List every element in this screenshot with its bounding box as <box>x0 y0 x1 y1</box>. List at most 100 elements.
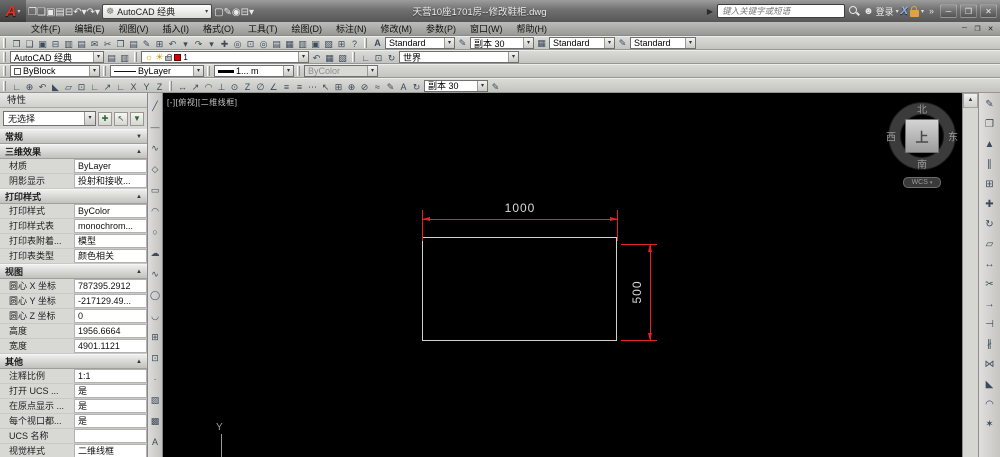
line-icon[interactable]: ╱ <box>149 96 162 117</box>
menu-item-9[interactable]: 参数(P) <box>419 22 463 36</box>
workspaces-dropdown[interactable]: AutoCAD 经典 ▾ <box>10 51 104 63</box>
palette-section-header[interactable]: 常规 ▼ <box>0 129 147 144</box>
dim-continue-icon[interactable]: ⋯ <box>306 81 319 94</box>
redo-icon[interactable]: ↷ <box>87 7 95 18</box>
extend-icon[interactable]: → <box>981 295 999 315</box>
mleader-style-icon[interactable]: ✎ <box>616 37 629 50</box>
chevron-down-icon[interactable]: ▾ <box>84 112 95 125</box>
property-value[interactable] <box>74 429 147 443</box>
chevron-down-icon[interactable]: ▾ <box>89 66 99 76</box>
table-style-icon[interactable]: ▦ <box>535 37 548 50</box>
threepoint-ucs-icon[interactable]: ∟ <box>114 81 127 94</box>
property-value[interactable]: 是 <box>74 399 147 413</box>
color-dropdown[interactable]: ByBlock ▾ <box>10 65 100 77</box>
toolbar-grip[interactable] <box>352 52 355 62</box>
dim-text-height[interactable]: 500 <box>630 272 644 312</box>
toolbar-grip[interactable] <box>103 66 106 76</box>
chevron-down-icon[interactable]: ▾ <box>604 38 614 48</box>
point-icon[interactable]: ∙ <box>149 369 162 390</box>
explode-icon[interactable]: ✶ <box>981 415 999 435</box>
qat-menu-caret-icon[interactable]: ▾ <box>249 7 254 18</box>
toolbar-grip[interactable] <box>297 66 300 76</box>
offset-icon[interactable]: ∥ <box>981 155 999 175</box>
chevron-down-icon[interactable]: ▾ <box>523 38 533 48</box>
dim-aligned-icon[interactable]: ↗ <box>189 81 202 94</box>
mirror-icon[interactable]: ▲ <box>981 135 999 155</box>
scale-icon[interactable]: ▱ <box>981 235 999 255</box>
viewcube-east-label[interactable]: 东 <box>948 129 958 144</box>
redo-caret-icon[interactable]: ▾ <box>95 7 100 18</box>
property-value[interactable]: monochrom... <box>74 219 147 233</box>
sketch-icon[interactable]: ✎ <box>224 7 232 18</box>
move-icon[interactable]: ✚ <box>981 195 999 215</box>
save-as-icon[interactable]: ▤ <box>55 7 64 18</box>
dim-textedit-icon[interactable]: A <box>397 81 410 94</box>
restore-button[interactable]: ❐ <box>960 4 977 18</box>
arc-icon[interactable]: ◠ <box>149 201 162 222</box>
dim-baseline-icon[interactable]: ≡ <box>293 81 306 94</box>
toolbar-grip[interactable] <box>3 66 6 76</box>
dim-edit-icon[interactable]: ✎ <box>384 81 397 94</box>
gradient-icon[interactable]: ▩ <box>149 411 162 432</box>
dim-radius-icon[interactable]: ⊙ <box>228 81 241 94</box>
property-value[interactable]: 0 <box>74 309 147 323</box>
section-toggle-icon[interactable]: ▲ <box>136 149 142 155</box>
sign-in-button[interactable]: 登录 <box>876 5 894 18</box>
exchange-apps-icon[interactable]: X <box>901 5 908 17</box>
select-objects-icon[interactable]: ↖ <box>114 111 128 126</box>
dim-jogline-icon[interactable]: ≈ <box>371 81 384 94</box>
dim-toolbar-style-dropdown[interactable]: 副本 30 ▾ <box>424 79 488 92</box>
circle-icon[interactable]: ○ <box>149 222 162 243</box>
dim-leader-icon[interactable]: ↖ <box>319 81 332 94</box>
undo-icon[interactable]: ↶ <box>73 7 81 18</box>
copy-icon[interactable]: ❐ <box>981 115 999 135</box>
zaxis-ucs-icon[interactable]: ↗ <box>101 81 114 94</box>
chevron-down-icon[interactable]: ▾ <box>298 52 308 62</box>
toggle-pickadd-icon[interactable]: ✚ <box>98 111 112 126</box>
property-value[interactable]: 颜色相关 <box>74 249 147 263</box>
property-value[interactable]: 787395.2912 <box>74 279 147 293</box>
quick-select-icon[interactable]: ▼ <box>130 111 144 126</box>
workspace-dropdown[interactable]: ☸ AutoCAD 经典 ▾ <box>102 3 213 19</box>
dim-jogged-icon[interactable]: Z <box>241 81 254 94</box>
origin-ucs-icon[interactable]: ∟ <box>88 81 101 94</box>
overflow-chevron-icon[interactable]: » <box>929 6 934 16</box>
y-rotate-icon[interactable]: Y <box>140 81 153 94</box>
selection-dropdown[interactable]: 无选择 ▾ <box>3 111 96 126</box>
ucs-icon[interactable]: ∟ <box>10 81 23 94</box>
lineweight-dropdown[interactable]: 1... m ▾ <box>214 65 294 77</box>
dim-style-dropdown[interactable]: 副本 30 ▾ <box>470 37 534 49</box>
viewcube-north-label[interactable]: 北 <box>917 101 927 116</box>
application-menu-button[interactable]: A ▾ <box>0 0 26 22</box>
stretch-icon[interactable]: ↔ <box>981 255 999 275</box>
search-input[interactable] <box>717 4 846 18</box>
dim-diameter-icon[interactable]: ∅ <box>254 81 267 94</box>
section-toggle-icon[interactable]: ▼ <box>136 134 142 140</box>
trim-icon[interactable]: ✂ <box>981 275 999 295</box>
section-toggle-icon[interactable]: ▲ <box>136 269 142 275</box>
dim-update-icon[interactable]: ↻ <box>410 81 423 94</box>
drawn-rectangle[interactable] <box>422 237 617 341</box>
hatch-icon[interactable]: ▨ <box>149 390 162 411</box>
viewcube-west-label[interactable]: 西 <box>886 129 896 144</box>
view-icon[interactable]: ◉ <box>232 7 241 18</box>
property-value[interactable]: 1956.6664 <box>74 324 147 338</box>
dim-style-icon[interactable]: ✎ <box>456 37 469 50</box>
doc-restore-button[interactable]: ❐ <box>971 25 984 33</box>
toolbar-grip[interactable] <box>3 52 6 62</box>
dim-centermark-icon[interactable]: ⊕ <box>345 81 358 94</box>
property-value[interactable]: 模型 <box>74 234 147 248</box>
section-toggle-icon[interactable]: ▲ <box>136 194 142 200</box>
linetype-dropdown[interactable]: ByLayer ▾ <box>110 65 204 77</box>
save-icon[interactable]: ▣ <box>46 7 55 18</box>
property-value[interactable]: 投射和接收... <box>74 174 147 188</box>
wcs-dropdown[interactable]: WCS ▾ <box>903 177 941 188</box>
open-file-icon[interactable]: ❑ <box>37 7 46 18</box>
ellipse-arc-icon[interactable]: ◡ <box>149 306 162 327</box>
x-rotate-icon[interactable]: X <box>127 81 140 94</box>
toolbar-grip[interactable] <box>3 80 6 91</box>
vertical-scrollbar[interactable]: ▲ <box>962 93 978 457</box>
scroll-up-button[interactable]: ▲ <box>963 93 978 108</box>
property-value[interactable]: 是 <box>74 384 147 398</box>
section-toggle-icon[interactable]: ▲ <box>136 359 142 365</box>
